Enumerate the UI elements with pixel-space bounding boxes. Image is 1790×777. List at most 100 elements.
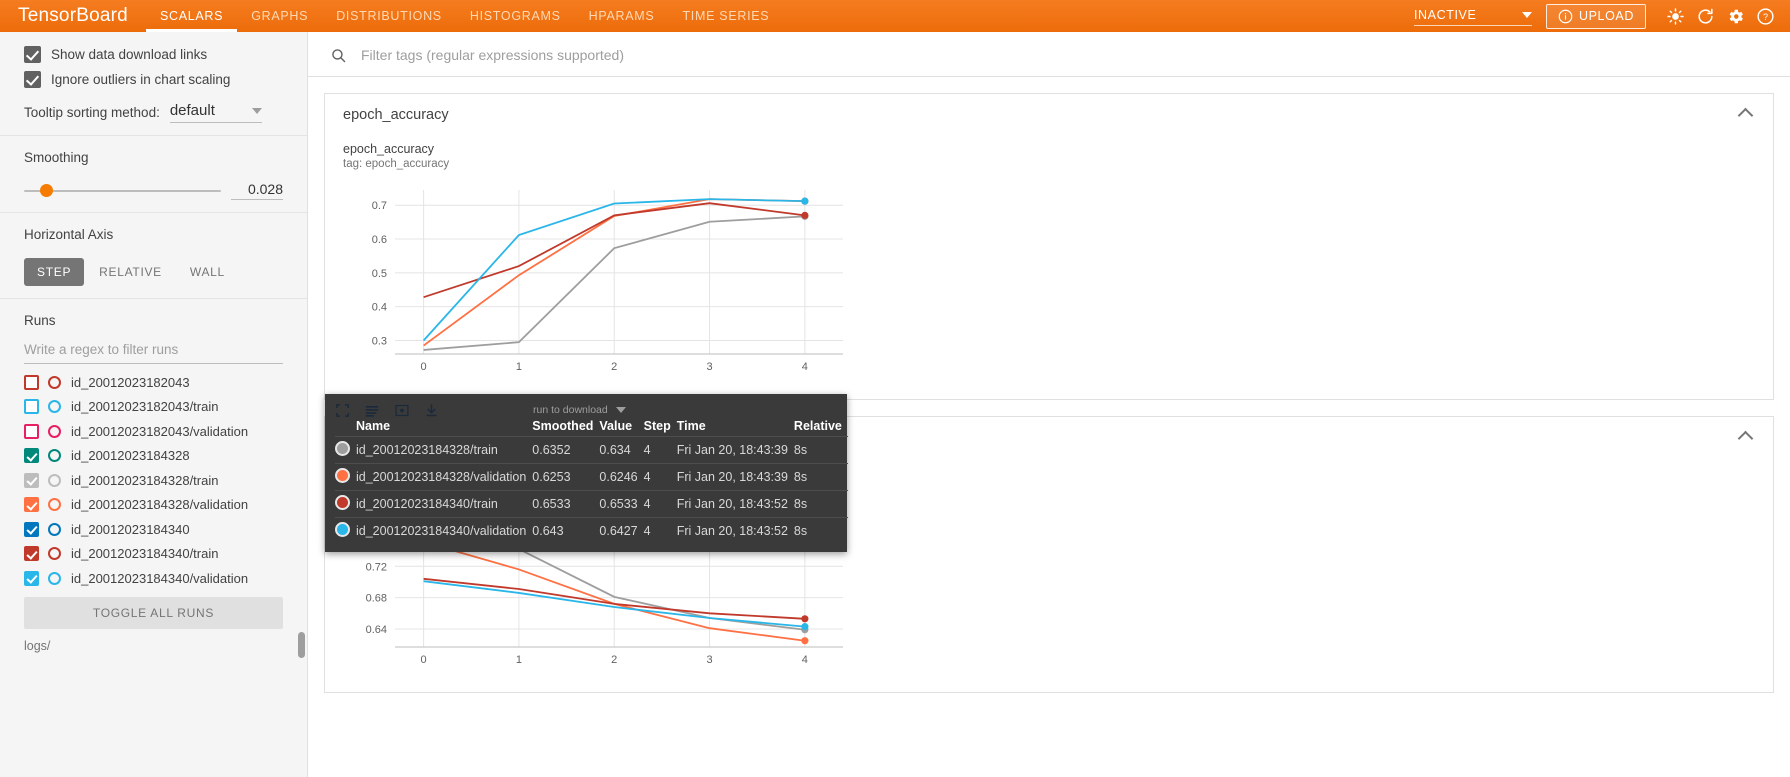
tab-histograms[interactable]: HISTOGRAMS [456, 0, 575, 32]
search-input[interactable] [359, 46, 1768, 64]
brightness-icon[interactable] [1660, 1, 1690, 31]
ignore-outliers-checkbox[interactable]: Ignore outliers in chart scaling [24, 71, 283, 88]
toggle-all-runs-button[interactable]: TOGGLE ALL RUNS [24, 596, 283, 629]
card-header-epoch-accuracy[interactable]: epoch_accuracy [325, 94, 1773, 136]
run-color-swatch[interactable] [48, 522, 61, 536]
card-epoch-accuracy: epoch_accuracy epoch_accuracy tag: epoch… [324, 93, 1774, 400]
run-to-download-select[interactable]: run to download [533, 404, 626, 416]
line-chart-epoch-accuracy[interactable]: 0.3 0.4 0.5 0.6 0.7 0 1 2 3 4 [343, 180, 1755, 385]
app-logo: TensorBoard [18, 5, 128, 26]
select-icon[interactable] [394, 403, 410, 418]
search-icon [332, 48, 346, 62]
run-item[interactable]: id_20012023184328 [24, 444, 283, 469]
tooltip-col-step[interactable]: Step [644, 418, 677, 437]
svg-text:0.5: 0.5 [372, 268, 387, 280]
run-label: id_20012023182043 [71, 374, 190, 390]
tab-distributions[interactable]: DISTRIBUTIONS [322, 0, 456, 32]
smoothing-value[interactable]: 0.028 [231, 181, 283, 200]
svg-text:0.64: 0.64 [366, 624, 387, 636]
run-item[interactable]: id_20012023182043 [24, 370, 283, 395]
axis-option-wall[interactable]: WALL [177, 258, 238, 286]
app-body: Show data download links Ignore outliers… [0, 32, 1790, 777]
chevron-up-icon[interactable] [1737, 107, 1754, 123]
download-icon[interactable] [424, 403, 439, 418]
tooltip-col-name[interactable]: Name [356, 418, 532, 437]
run-checkbox[interactable] [24, 448, 39, 464]
app-header: TensorBoard SCALARS GRAPHS DISTRIBUTIONS… [0, 0, 1790, 32]
run-item[interactable]: id_20012023184340/train [24, 542, 283, 567]
run-color-swatch[interactable] [48, 375, 61, 389]
run-item[interactable]: id_20012023182043/validation [24, 419, 283, 444]
tooltip-cell-step: 4 [643, 517, 677, 544]
run-checkbox[interactable] [24, 374, 39, 390]
tooltip-sorting-value: default [169, 102, 215, 119]
run-color-dot [335, 490, 356, 518]
run-checkbox[interactable] [24, 472, 39, 488]
run-color-swatch[interactable] [48, 449, 61, 463]
run-label: id_20012023184328/train [71, 472, 219, 488]
smoothing-slider[interactable] [24, 183, 221, 199]
sidebar-scrollbar[interactable] [298, 632, 305, 658]
tab-hparams[interactable]: HPARAMS [575, 0, 669, 32]
chevron-up-icon[interactable] [1737, 430, 1754, 446]
tab-scalars[interactable]: SCALARS [146, 0, 237, 32]
chart-svg: 0.3 0.4 0.5 0.6 0.7 0 1 2 3 4 [372, 190, 843, 373]
tooltip-cell-relative: 8s [793, 517, 848, 544]
card-title: epoch_accuracy [343, 107, 449, 123]
run-color-swatch[interactable] [48, 424, 61, 438]
run-label: id_20012023184340/train [71, 546, 219, 562]
tab-graphs[interactable]: GRAPHS [237, 0, 322, 32]
run-checkbox[interactable] [24, 521, 39, 537]
svg-text:0.68: 0.68 [366, 593, 387, 605]
axis-option-relative[interactable]: RELATIVE [86, 258, 175, 286]
run-checkbox[interactable] [24, 423, 39, 439]
chart-tag: tag: epoch_accuracy [343, 158, 450, 170]
tooltip-col-value[interactable]: Value [599, 418, 643, 437]
tooltip-sorting-select[interactable]: default [169, 102, 262, 123]
tooltip-col-smoothed[interactable]: Smoothed [532, 418, 599, 437]
run-color-swatch[interactable] [48, 473, 61, 487]
tooltip-cell-value: 0.634 [599, 436, 644, 464]
tab-time-series[interactable]: TIME SERIES [668, 0, 783, 32]
svg-text:0.72: 0.72 [366, 561, 387, 573]
tooltip-table-body: id_20012023184328/train 0.6352 0.634 4 Fri J… [335, 436, 848, 544]
run-checkbox[interactable] [24, 497, 39, 513]
horizontal-axis-options: STEP RELATIVE WALL [24, 258, 283, 286]
run-color-swatch[interactable] [48, 400, 61, 414]
runs-filter-input[interactable] [24, 338, 283, 364]
settings-icon[interactable] [1720, 1, 1750, 31]
chart-point [801, 623, 809, 631]
run-color-dot [335, 436, 356, 464]
reload-status-select[interactable]: INACTIVE [1413, 6, 1532, 26]
run-checkbox[interactable] [24, 399, 39, 415]
tooltip-col-time[interactable]: Time [677, 418, 794, 437]
run-color-swatch[interactable] [48, 498, 61, 512]
checkbox-icon [24, 46, 41, 63]
reload-icon[interactable] [1690, 1, 1720, 31]
run-item[interactable]: id_20012023184340/validation [24, 566, 283, 591]
lines-icon[interactable] [364, 403, 380, 418]
run-item[interactable]: id_20012023184328/train [24, 468, 283, 493]
display-options-section: Show data download links Ignore outliers… [0, 32, 307, 136]
tooltip-cell-smoothed: 0.643 [532, 517, 600, 544]
fit-icon[interactable] [335, 403, 350, 418]
run-item[interactable]: id_20012023182043/train [24, 395, 283, 420]
run-color-swatch[interactable] [48, 547, 61, 561]
run-item[interactable]: id_20012023184328/validation [24, 493, 283, 518]
run-item[interactable]: id_20012023184340 [24, 517, 283, 542]
run-color-swatch[interactable] [48, 571, 61, 585]
help-icon[interactable]: ? [1750, 1, 1780, 31]
show-download-links-checkbox[interactable]: Show data download links [24, 46, 283, 63]
chart-point [801, 615, 809, 623]
run-checkbox[interactable] [24, 570, 39, 586]
svg-text:3: 3 [706, 361, 712, 373]
axis-option-step[interactable]: STEP [24, 258, 85, 286]
tooltip-cell-smoothed: 0.6352 [532, 436, 600, 464]
slider-knob[interactable] [40, 184, 53, 197]
upload-button[interactable]: UPLOAD [1545, 3, 1646, 29]
tooltip-cell-time: Fri Jan 20, 18:43:39 [676, 463, 794, 491]
tooltip-col-relative[interactable]: Relative [794, 418, 848, 437]
run-checkbox[interactable] [24, 546, 39, 562]
tooltip-cell-time: Fri Jan 20, 18:43:52 [676, 517, 794, 544]
info-icon [1558, 9, 1573, 23]
